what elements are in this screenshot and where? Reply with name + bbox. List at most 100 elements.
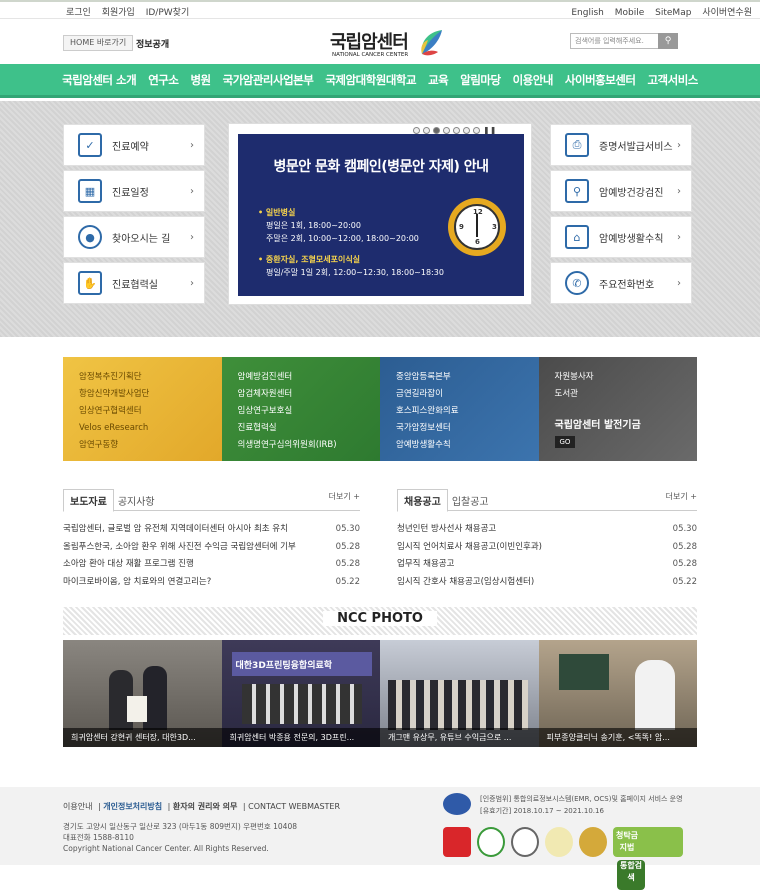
search-icon[interactable]: ⚲ bbox=[658, 33, 678, 49]
slider-dot[interactable] bbox=[473, 127, 480, 134]
banner-link[interactable]: 자원봉사자 bbox=[555, 369, 698, 386]
item-title[interactable]: 국립암센터, 글로벌 암 유전체 지역데이터센터 아시아 최초 유치 bbox=[63, 521, 288, 539]
tab-notice[interactable]: 공지사항 bbox=[114, 490, 159, 511]
slider-dot[interactable] bbox=[463, 127, 470, 134]
chevron-right-icon: › bbox=[677, 139, 681, 151]
more-link[interactable]: 더보기 + bbox=[666, 491, 697, 502]
banner-fund[interactable]: 자원봉사자 도서관 국립암센터 발전기금 GO bbox=[538, 357, 698, 461]
tab-press[interactable]: 보도자료 bbox=[63, 489, 114, 512]
fund-go-button[interactable]: GO bbox=[554, 436, 576, 448]
sitemap-link[interactable]: SiteMap bbox=[655, 8, 691, 18]
list-item[interactable]: 업무직 채용공고 05.28 bbox=[397, 556, 697, 574]
nav-item-hospital[interactable]: 병원 bbox=[190, 72, 211, 88]
nav-item-graduate[interactable]: 국제암대학원대학교 bbox=[325, 72, 416, 88]
quick-schedule-button[interactable]: ▦ 진료일정 › bbox=[63, 170, 205, 212]
find-link[interactable]: ID/PW찾기 bbox=[146, 8, 190, 18]
slide-campaign[interactable]: 병문안 문화 캠페인(병문안 자제) 안내 • 일반병실 평일은 1회, 18:… bbox=[238, 134, 524, 296]
item-title[interactable]: 임시직 언어치료사 채용공고(이빈인후과) bbox=[397, 539, 542, 557]
item-title[interactable]: 청년인턴 방사선사 채용공고 bbox=[397, 521, 496, 539]
banner-link[interactable]: 암예방생활수칙 bbox=[396, 437, 539, 454]
login-link[interactable]: 로그인 bbox=[66, 8, 91, 18]
photo-item[interactable]: 피부종양클리닉 송기훈, <똑똑! 암... bbox=[538, 640, 697, 747]
banner-link[interactable]: 국가암정보센터 bbox=[396, 420, 539, 437]
tab-recruit[interactable]: 채용공고 bbox=[397, 489, 448, 512]
logo[interactable]: 국립암센터 NATIONAL CANCER CENTER bbox=[330, 28, 450, 62]
slider-dot[interactable] bbox=[423, 127, 430, 134]
item-title[interactable]: 올림푸스한국, 소아암 환우 위해 사진전 수익금 국립암센터에 기부 bbox=[63, 539, 296, 557]
nav-item-research[interactable]: 연구소 bbox=[148, 72, 179, 88]
phone-line: 대표전화 1588-8110 bbox=[63, 833, 134, 842]
nav-item-about[interactable]: 국립암센터 소개 bbox=[62, 72, 137, 88]
more-link[interactable]: 더보기 + bbox=[329, 491, 360, 502]
item-title[interactable]: 소아암 환아 대상 재활 프로그램 진행 bbox=[63, 556, 194, 574]
item-title[interactable]: 마이크로바이옴, 암 치료와의 연결고리는? bbox=[63, 574, 211, 592]
footer-link-rights[interactable]: 환자의 권리와 의무 bbox=[173, 802, 237, 811]
quick-prevention-button[interactable]: ⌂ 암예방생활수칙 › bbox=[550, 216, 692, 258]
item-title[interactable]: 임시직 간호사 채용공고(임상시험센터) bbox=[397, 574, 534, 592]
photo-item[interactable]: 대한3D프린팅융합의료학 희귀암센터 박종용 전문의, 3D프린... bbox=[221, 640, 380, 747]
item-title[interactable]: 업무직 채용공고 bbox=[397, 556, 454, 574]
list-item[interactable]: 마이크로바이옴, 암 치료와의 연결고리는? 05.22 bbox=[63, 574, 360, 592]
quick-location-button[interactable]: ● 찾아오시는 길 › bbox=[63, 216, 205, 258]
banner-link[interactable]: 암예방검진센터 bbox=[238, 369, 381, 386]
banner-national[interactable]: 중앙암등록본부 금연길라잡이 호스피스완화의료 국가암정보센터 암예방생활수칙 bbox=[380, 357, 539, 461]
award-label: 청탁금지법 bbox=[615, 831, 639, 852]
list-item[interactable]: 올림푸스한국, 소아암 환우 위해 사진전 수익금 국립암센터에 기부 05.28 bbox=[63, 539, 360, 557]
nav-item-education[interactable]: 교육 bbox=[428, 72, 449, 88]
nav-item-pr[interactable]: 사이버홍보센터 bbox=[565, 72, 636, 88]
banner-link[interactable]: 항암신약개발사업단 bbox=[79, 386, 222, 403]
open-info-link[interactable]: 정보공개 bbox=[136, 37, 169, 50]
tab-bid[interactable]: 입찰공고 bbox=[448, 490, 493, 511]
list-item[interactable]: 국립암센터, 글로벌 암 유전체 지역데이터센터 아시아 최초 유치 05.30 bbox=[63, 521, 360, 539]
banner-link[interactable]: 진료협력실 bbox=[238, 420, 381, 437]
banner-link[interactable]: 암검체자원센터 bbox=[238, 386, 381, 403]
list-item[interactable]: 소아암 환아 대상 재활 프로그램 진행 05.28 bbox=[63, 556, 360, 574]
quick-cooperation-button[interactable]: ✋ 진료협력실 › bbox=[63, 262, 205, 304]
banner-link[interactable]: Velos eResearch bbox=[79, 420, 222, 437]
nav-item-national[interactable]: 국가암관리사업본부 bbox=[223, 72, 314, 88]
photo-item[interactable]: 개그맨 유상무, 유튜브 수익금으로 ... bbox=[380, 640, 539, 747]
main-slider[interactable]: ❚❚ 병문안 문화 캠페인(병문안 자제) 안내 • 일반병실 평일은 1회, … bbox=[228, 123, 532, 305]
slide-title: 병문안 문화 캠페인(병문안 자제) 안내 bbox=[273, 159, 490, 175]
nav-item-notice[interactable]: 알림마당 bbox=[460, 72, 501, 88]
banner-link[interactable]: 의생명연구심의위원회(IRB) bbox=[238, 437, 381, 454]
banner-link[interactable]: 도서관 bbox=[555, 386, 698, 403]
quick-checkup-button[interactable]: ⚲ 암예방건강검진 › bbox=[550, 170, 692, 212]
photo-item[interactable]: 희귀암센터 강현귀 센터장, 대한3D... bbox=[63, 640, 222, 747]
footer-link-contact[interactable]: CONTACT WEBMASTER bbox=[248, 802, 340, 811]
home-button[interactable]: HOME 바로가기 bbox=[63, 35, 134, 51]
cyber-link[interactable]: 사이버연수원 bbox=[702, 8, 752, 18]
quick-certificate-button[interactable]: ⎙ 증명서발급서비스 › bbox=[550, 124, 692, 166]
list-item[interactable]: 청년인턴 방사선사 채용공고 05.30 bbox=[397, 521, 697, 539]
banner-link[interactable]: 호스피스완화의료 bbox=[396, 403, 539, 420]
join-link[interactable]: 회원가입 bbox=[102, 8, 135, 18]
footer-link-guide[interactable]: 이용안내 bbox=[63, 802, 92, 811]
list-item[interactable]: 임시직 언어치료사 채용공고(이빈인후과) 05.28 bbox=[397, 539, 697, 557]
quick-phone-button[interactable]: ✆ 주요전화번호 › bbox=[550, 262, 692, 304]
banner-hospital[interactable]: 암예방검진센터 암검체자원센터 임상연구보호실 진료협력실 의생명연구심의위원회… bbox=[221, 357, 381, 461]
nav-item-service[interactable]: 고객서비스 bbox=[647, 72, 698, 88]
chevron-right-icon: › bbox=[190, 231, 194, 243]
footer-address: 경기도 고양시 일산동구 일산로 323 (마두1동 809번지) 우편번호 1… bbox=[63, 821, 297, 854]
slider-dot[interactable] bbox=[433, 127, 440, 134]
quick-reservation-button[interactable]: ✓ 진료예약 › bbox=[63, 124, 205, 166]
slide-text: • 일반병실 평일은 1회, 18:00~20:00 주말은 2회, 10:00… bbox=[258, 206, 444, 279]
banner-link[interactable]: 중앙암등록본부 bbox=[396, 369, 539, 386]
slider-dot[interactable] bbox=[413, 127, 420, 134]
pause-icon[interactable]: ❚❚ bbox=[483, 127, 496, 135]
slider-dot[interactable] bbox=[453, 127, 460, 134]
mobile-link[interactable]: Mobile bbox=[615, 8, 645, 18]
banner-link[interactable]: 임상연구협력센터 bbox=[79, 403, 222, 420]
nav-item-guide[interactable]: 이용안내 bbox=[513, 72, 554, 88]
slider-pagination[interactable]: ❚❚ bbox=[413, 127, 496, 135]
banner-link[interactable]: 금연길라잡이 bbox=[396, 386, 539, 403]
banner-link[interactable]: 임상연구보호실 bbox=[238, 403, 381, 420]
english-link[interactable]: English bbox=[571, 8, 604, 18]
banner-link[interactable]: 암정복추진기획단 bbox=[79, 369, 222, 386]
footer-link-privacy[interactable]: 개인정보처리방침 bbox=[103, 802, 162, 811]
slider-dot[interactable] bbox=[443, 127, 450, 134]
anti-graft-search-button[interactable]: 청탁금지법 통합검색 bbox=[613, 827, 683, 890]
list-item[interactable]: 임시직 간호사 채용공고(임상시험센터) 05.22 bbox=[397, 574, 697, 592]
banner-link[interactable]: 암연구동향 bbox=[79, 437, 222, 454]
banner-research[interactable]: 암정복추진기획단 항암신약개발사업단 임상연구협력센터 Velos eResea… bbox=[63, 357, 222, 461]
